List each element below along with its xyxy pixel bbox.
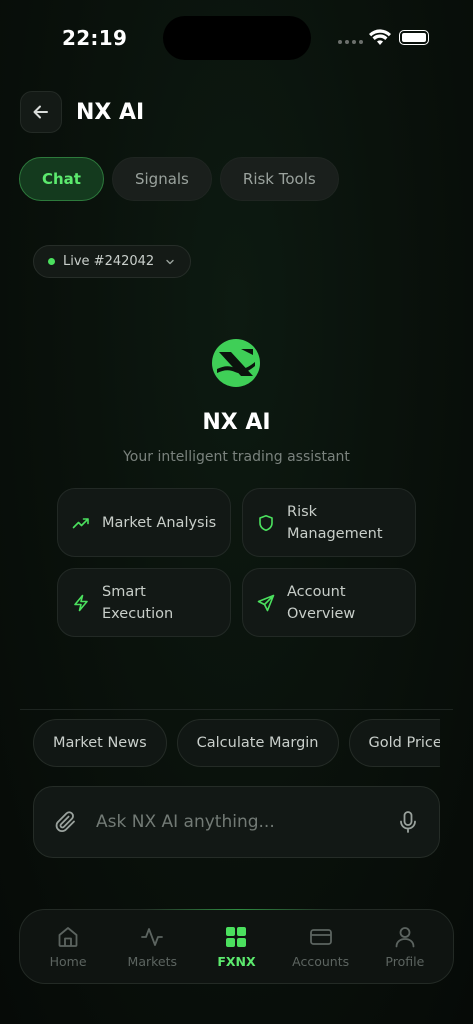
arrow-left-icon (33, 105, 48, 119)
header: NX AI (20, 91, 144, 133)
chip-gold-price[interactable]: Gold Price (348, 719, 440, 767)
dynamic-island (163, 16, 311, 60)
tabbar-markets[interactable]: Markets (112, 925, 192, 969)
feature-risk-management[interactable]: Risk Management (242, 488, 416, 557)
tabbar-home[interactable]: Home (28, 925, 108, 969)
feature-smart-execution[interactable]: Smart Execution (57, 568, 231, 637)
paperclip-icon (55, 811, 75, 833)
brand-subtitle: Your intelligent trading assistant (123, 449, 350, 465)
feature-label: Market Analysis (102, 514, 217, 531)
chat-input[interactable] (96, 812, 397, 832)
feature-label: Risk Management (287, 503, 383, 542)
tabbar-accounts[interactable]: Accounts (281, 925, 361, 969)
divider (20, 709, 453, 710)
chip-market-news[interactable]: Market News (33, 719, 167, 767)
chevron-down-icon (166, 259, 174, 264)
brand-title: NX AI (202, 410, 271, 435)
grid-icon (226, 926, 247, 947)
microphone-icon (400, 811, 416, 833)
page-title: NX AI (76, 99, 145, 125)
tab-risk-tools[interactable]: Risk Tools (219, 157, 339, 201)
back-button[interactable] (20, 91, 62, 133)
status-time: 22:19 (62, 26, 128, 50)
battery-icon (399, 30, 429, 45)
tab-bar-top: Chat Signals Risk Tools (19, 157, 339, 201)
user-icon (395, 926, 415, 947)
feature-label: Account Overview (287, 583, 356, 622)
feature-market-analysis[interactable]: Market Analysis (57, 488, 231, 557)
feature-account-overview[interactable]: Account Overview (242, 568, 416, 637)
nx-logo-icon (212, 339, 260, 387)
home-icon (58, 926, 78, 947)
tab-signals[interactable]: Signals (111, 157, 212, 201)
quick-prompts: Market News Calculate Margin Gold Price (33, 719, 440, 767)
chat-input-box (33, 786, 440, 858)
status-bar: 22:19 (0, 0, 473, 72)
wifi-icon (369, 29, 391, 45)
trending-up-icon (72, 514, 90, 532)
voice-button[interactable] (397, 810, 419, 834)
send-icon (257, 594, 275, 612)
feature-label: Smart Execution (102, 583, 174, 622)
tabbar-label: Profile (385, 953, 425, 969)
chip-calculate-margin[interactable]: Calculate Margin (176, 719, 339, 767)
cellular-signal-icon (338, 40, 363, 44)
tabbar-label: Accounts (292, 953, 350, 969)
feature-grid: Market Analysis Risk Management Smart Ex… (57, 488, 416, 637)
card-icon (309, 928, 332, 945)
tabbar-label: FXNX (217, 953, 256, 969)
lightning-icon (72, 594, 90, 612)
account-selector[interactable]: Live #242042 (33, 245, 192, 278)
tab-chat[interactable]: Chat (19, 157, 104, 201)
attach-button[interactable] (54, 810, 78, 834)
shield-icon (257, 514, 275, 532)
tabbar-fxnx[interactable]: FXNX (196, 925, 276, 969)
tabbar-label: Markets (127, 953, 178, 969)
tabbar-profile[interactable]: Profile (365, 925, 445, 969)
live-status-dot (48, 258, 55, 265)
bottom-tab-bar: Home Markets FXNX Accounts Profile (19, 909, 454, 984)
activity-icon (141, 927, 164, 946)
tabbar-label: Home (49, 953, 87, 969)
account-label: Live #242042 (63, 254, 155, 269)
